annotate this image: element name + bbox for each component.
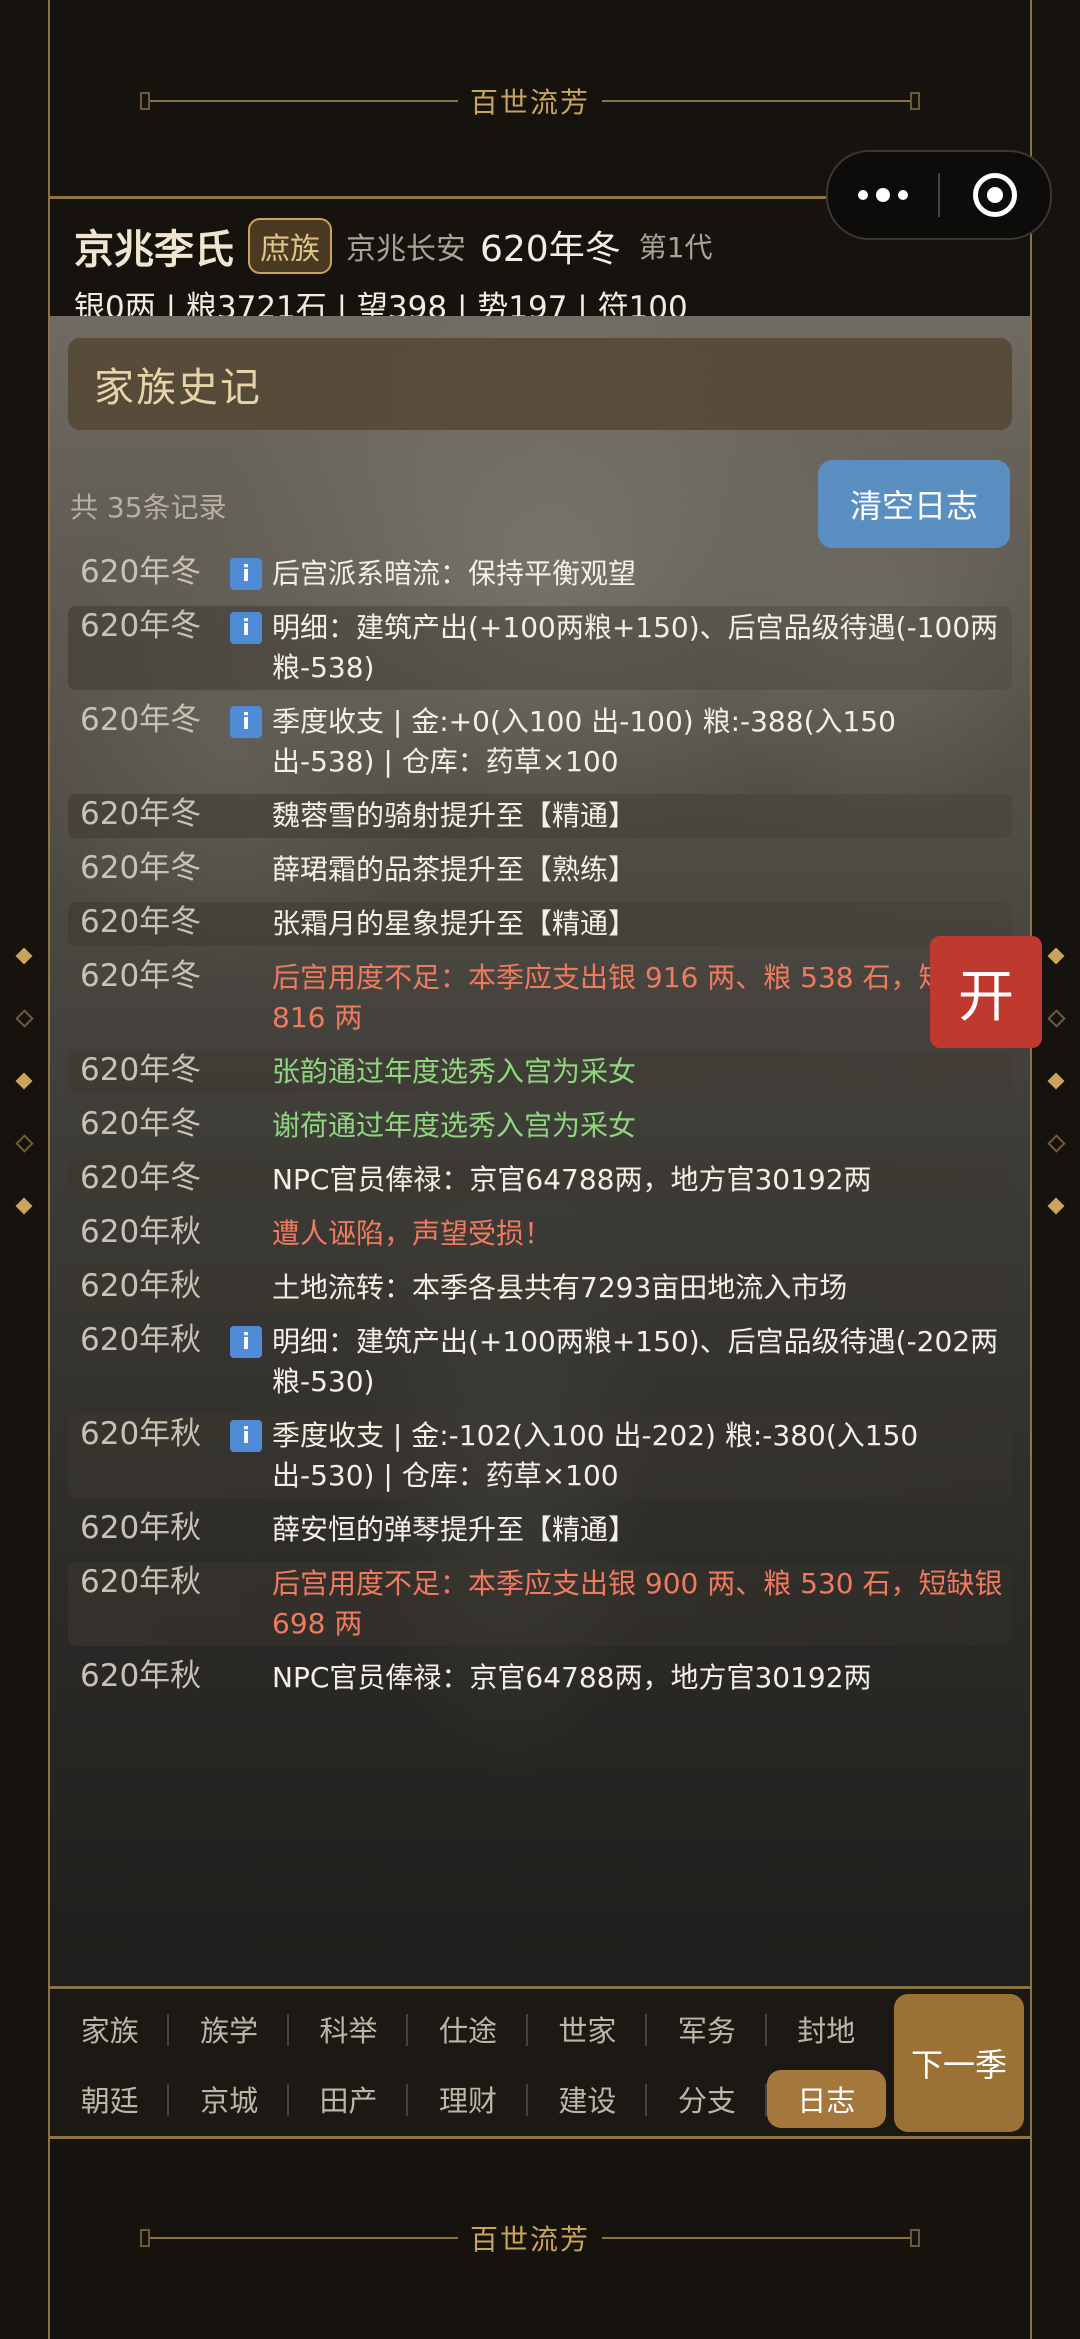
nav-item[interactable]: 族学 bbox=[169, 2000, 290, 2058]
next-season-button[interactable]: 下一季 bbox=[894, 1994, 1024, 2132]
nav-item[interactable]: 朝廷 bbox=[50, 2070, 170, 2128]
nav-item[interactable]: 田产 bbox=[289, 2070, 409, 2128]
record-count: 共 35条记录 bbox=[70, 491, 227, 524]
nav-divider-top bbox=[48, 1986, 1032, 1989]
log-entry: 620年秋 遭人诬陷，声望受损！ bbox=[68, 1212, 1012, 1256]
target-circle-icon[interactable] bbox=[940, 173, 1050, 217]
log-date: 620年冬 bbox=[80, 1160, 202, 1196]
bottom-title-strip: 百世流芳 bbox=[140, 2218, 921, 2258]
nav-item[interactable]: 京城 bbox=[169, 2070, 290, 2128]
clear-log-button[interactable]: 清空日志 bbox=[818, 460, 1010, 548]
log-text: 土地流转：本季各县共有7293亩田地流入市场 bbox=[272, 1271, 848, 1304]
log-text: 魏蓉雪的骑射提升至【精通】 bbox=[272, 799, 637, 832]
log-date: 620年冬 bbox=[80, 554, 202, 590]
app-title: 百世流芳 bbox=[470, 86, 591, 119]
info-icon[interactable]: i bbox=[230, 1420, 262, 1452]
nav-item[interactable]: 理财 bbox=[408, 2070, 529, 2128]
log-list: 620年冬 i 后宫派系暗流：保持平衡观望 620年冬 i 明细：建筑产出(+100两粮+… bbox=[68, 552, 1012, 1710]
nav-item[interactable]: 仕途 bbox=[408, 2000, 529, 2058]
log-text: 后宫派系暗流：保持平衡观望 bbox=[272, 557, 637, 590]
nav-item[interactable]: 日志 bbox=[766, 2070, 886, 2128]
chronicle-title-bar: 家族史记 bbox=[68, 338, 1012, 430]
log-text: 季度收支 | 金:-102(入100 出-202) 粮:-380(入150 出-… bbox=[272, 1419, 919, 1492]
nav-item[interactable]: 家族 bbox=[50, 2000, 170, 2058]
log-text: 薛安恒的弹琴提升至【精通】 bbox=[272, 1513, 637, 1546]
nav-item[interactable]: 科举 bbox=[289, 2000, 409, 2058]
log-text: 张韵通过年度选秀入宫为采女 bbox=[272, 1055, 637, 1088]
log-date: 620年秋 bbox=[80, 1268, 202, 1304]
log-date: 620年冬 bbox=[80, 850, 202, 886]
log-date: 620年秋 bbox=[80, 1510, 202, 1546]
log-entry: 620年秋 后宫用度不足：本季应支出银 900 两、粮 530 石，短缺银 698… bbox=[68, 1562, 1012, 1646]
log-date: 620年冬 bbox=[80, 1106, 202, 1142]
log-text: 张霜月的星象提升至【精通】 bbox=[272, 907, 637, 940]
log-text: 明细：建筑产出(+100两粮+150)、后宫品级待遇(-100两粮-538) bbox=[272, 611, 999, 684]
nav-item[interactable]: 军务 bbox=[647, 2000, 767, 2058]
info-icon[interactable]: i bbox=[230, 706, 262, 738]
top-title-strip: 百世流芳 bbox=[140, 81, 921, 121]
log-text: 谢荷通过年度选秀入宫为采女 bbox=[272, 1109, 637, 1142]
info-icon[interactable]: i bbox=[230, 1326, 262, 1358]
log-entry: 620年冬 NPC官员俸禄：京官64788两，地方官30192两 bbox=[68, 1158, 1012, 1202]
log-entry: 620年冬 薛珺霜的品茶提升至【熟练】 bbox=[68, 848, 1012, 892]
log-date: 620年秋 bbox=[80, 1564, 202, 1600]
log-entry: 620年秋 i 季度收支 | 金:-102(入100 出-202) 粮:-380(入… bbox=[68, 1414, 1012, 1498]
log-date: 620年冬 bbox=[80, 702, 202, 738]
log-date: 620年冬 bbox=[80, 904, 202, 940]
chronicle-panel: 家族史记 共 35条记录 清空日志 620年冬 i 后宫派系暗流：保持平衡观望 620… bbox=[50, 316, 1030, 1986]
log-date: 620年秋 bbox=[80, 1416, 202, 1452]
log-entry: 620年冬 张霜月的星象提升至【精通】 bbox=[68, 902, 1012, 946]
clan-header: 京兆李氏 庶族 京兆长安 620年冬 第1代 银0两 | 粮3721石 | 望3… bbox=[74, 212, 1014, 330]
chronicle-title: 家族史记 bbox=[94, 365, 262, 411]
clan-location: 京兆长安 bbox=[346, 232, 466, 267]
log-entry: 620年秋 NPC官员俸禄：京官64788两，地方官30192两 bbox=[68, 1656, 1012, 1700]
log-date: 620年秋 bbox=[80, 1322, 202, 1358]
log-entry: 620年冬 i 季度收支 | 金:+0(入100 出-100) 粮:-388(入15… bbox=[68, 700, 1012, 784]
log-entry: 620年冬 张韵通过年度选秀入宫为采女 bbox=[68, 1050, 1012, 1094]
log-text: 后宫用度不足：本季应支出银 900 两、粮 530 石，短缺银 698 两 bbox=[272, 1567, 1003, 1640]
info-icon[interactable]: i bbox=[230, 612, 262, 644]
nav-row-1: 家族 族学 科举 仕途 世家 军务 封地 bbox=[50, 2000, 886, 2058]
log-entry: 620年秋 土地流转：本季各县共有7293亩田地流入市场 bbox=[68, 1266, 1012, 1310]
nav-item[interactable]: 封地 bbox=[767, 2000, 886, 2058]
side-ornament-left bbox=[4, 947, 44, 1390]
log-entry: 620年秋 i 明细：建筑产出(+100两粮+150)、后宫品级待遇(-202两粮-… bbox=[68, 1320, 1012, 1404]
log-date: 620年冬 bbox=[80, 608, 202, 644]
nav-item[interactable]: 建设 bbox=[528, 2070, 648, 2128]
log-entry: 620年冬 谢荷通过年度选秀入宫为采女 bbox=[68, 1104, 1012, 1148]
log-text: NPC官员俸禄：京官64788两，地方官30192两 bbox=[272, 1661, 872, 1694]
open-button[interactable]: 开 bbox=[930, 936, 1042, 1048]
current-season: 620年冬 bbox=[480, 229, 621, 270]
log-date: 620年冬 bbox=[80, 1052, 202, 1088]
nav-item[interactable]: 分支 bbox=[647, 2070, 767, 2128]
log-date: 620年秋 bbox=[80, 1214, 202, 1250]
clan-rank-badge: 庶族 bbox=[248, 218, 332, 274]
more-dots-icon[interactable] bbox=[828, 188, 938, 202]
log-entry: 620年冬 后宫用度不足：本季应支出银 916 两、粮 538 石，短缺银 816… bbox=[68, 956, 1012, 1040]
log-entry: 620年秋 薛安恒的弹琴提升至【精通】 bbox=[68, 1508, 1012, 1552]
side-ornament-right bbox=[1036, 947, 1076, 1390]
nav-item[interactable]: 世家 bbox=[528, 2000, 648, 2058]
clan-name: 京兆李氏 bbox=[74, 227, 234, 273]
log-text: 薛珺霜的品茶提升至【熟练】 bbox=[272, 853, 637, 886]
bottom-nav: 家族 族学 科举 仕途 世家 军务 封地 朝廷 京城 田产 理财 建设 分支 日志 下一季 bbox=[50, 1990, 1030, 2136]
log-text: 明细：建筑产出(+100两粮+150)、后宫品级待遇(-202两粮-530) bbox=[272, 1325, 999, 1398]
log-entry: 620年冬 i 明细：建筑产出(+100两粮+150)、后宫品级待遇(-100两粮-… bbox=[68, 606, 1012, 690]
footer-title: 百世流芳 bbox=[470, 2223, 591, 2256]
log-text: 遭人诬陷，声望受损！ bbox=[272, 1217, 553, 1250]
log-date: 620年秋 bbox=[80, 1658, 202, 1694]
log-text: NPC官员俸禄：京官64788两，地方官30192两 bbox=[272, 1163, 872, 1196]
log-entry: 620年冬 i 后宫派系暗流：保持平衡观望 bbox=[68, 552, 1012, 596]
nav-divider-bottom bbox=[48, 2136, 1032, 2139]
log-text: 季度收支 | 金:+0(入100 出-100) 粮:-388(入150 出-53… bbox=[272, 705, 896, 778]
log-date: 620年冬 bbox=[80, 796, 202, 832]
log-text: 后宫用度不足：本季应支出银 916 两、粮 538 石，短缺银 816 两 bbox=[272, 961, 1003, 1034]
generation: 第1代 bbox=[638, 231, 713, 264]
log-date: 620年冬 bbox=[80, 958, 202, 994]
log-entry: 620年冬 魏蓉雪的骑射提升至【精通】 bbox=[68, 794, 1012, 838]
nav-row-2: 朝廷 京城 田产 理财 建设 分支 日志 bbox=[50, 2070, 886, 2128]
info-icon[interactable]: i bbox=[230, 558, 262, 590]
